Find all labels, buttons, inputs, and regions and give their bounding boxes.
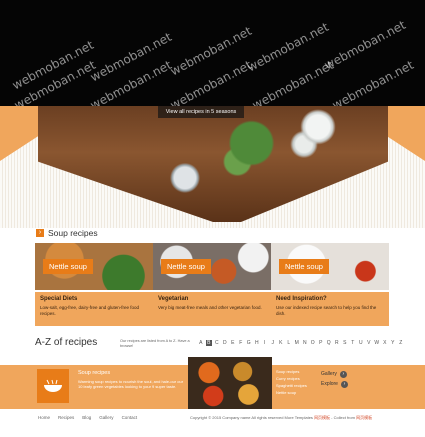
- info-box-heading: Vegetarian: [158, 296, 189, 302]
- band-links: Gallery › Explore ›: [321, 369, 348, 389]
- info-box-heading: Special Diets: [40, 296, 78, 302]
- az-note: Our recipes are listed from A to Z. Have…: [120, 339, 190, 348]
- recipe-tile-label: Nettle soup: [161, 259, 211, 274]
- az-letter[interactable]: X: [382, 340, 388, 346]
- explore-link[interactable]: Explore ›: [321, 379, 348, 389]
- template-link[interactable]: 网页模板: [356, 415, 372, 420]
- recipe-tile[interactable]: Nettle soup: [35, 243, 153, 290]
- az-letter[interactable]: Q: [326, 340, 332, 346]
- copyright: Copyright © 2015 Company name All rights…: [190, 415, 372, 421]
- az-letter[interactable]: V: [366, 340, 372, 346]
- band-recipe-list: Soup recipes Curry recipes Spaghetti rec…: [276, 368, 316, 396]
- info-box-text: Low-salt, egg-free, dairy-free and glute…: [40, 305, 140, 316]
- info-box-text: Very big meat-free meals and other veget…: [158, 305, 262, 310]
- copyright-text: Copyright © 2015 Company name All rights…: [190, 415, 313, 420]
- az-letter[interactable]: I: [262, 340, 268, 346]
- az-letter[interactable]: F: [238, 340, 244, 346]
- info-box-text: Use our indexed recipe search to help yo…: [276, 305, 377, 316]
- az-letter[interactable]: T: [350, 340, 356, 346]
- gallery-link[interactable]: Gallery ›: [321, 369, 348, 379]
- band-list-item[interactable]: Spaghetti recipes: [276, 382, 316, 389]
- chevron-right-icon: ›: [340, 381, 348, 388]
- az-letter-nav: ABCDEFGHIJKLMNOPQRSTUVWXYZ: [198, 340, 404, 346]
- footer-link[interactable]: Contact: [122, 415, 138, 420]
- az-letter[interactable]: U: [358, 340, 364, 346]
- chevron-right-icon: ›: [36, 229, 44, 237]
- footer-nav: Home Recipes Blog Gallery Contact: [38, 415, 137, 420]
- az-letter[interactable]: Z: [398, 340, 404, 346]
- recipe-tile[interactable]: Nettle soup: [153, 243, 271, 290]
- view-all-recipes-button[interactable]: View all recipes in 5 seasons: [158, 106, 244, 118]
- az-letter[interactable]: A: [198, 340, 204, 346]
- info-box-inspiration[interactable]: Need Inspiration? Use our indexed recipe…: [271, 292, 389, 326]
- footer-link[interactable]: Home: [38, 415, 50, 420]
- band-list-item[interactable]: Soup recipes: [276, 368, 316, 375]
- az-letter[interactable]: C: [214, 340, 220, 346]
- footer-link[interactable]: Blog: [82, 415, 91, 420]
- info-box-vegetarian[interactable]: Vegetarian Very big meat-free meals and …: [153, 292, 271, 326]
- az-letter[interactable]: M: [294, 340, 300, 346]
- recipe-tile-label: Nettle soup: [279, 259, 329, 274]
- collect-text: - Collect from: [330, 415, 355, 420]
- band-list-item[interactable]: Nettle soup: [276, 389, 316, 396]
- section-title: › Soup recipes: [36, 228, 98, 238]
- footer-link[interactable]: Recipes: [58, 415, 74, 420]
- az-letter[interactable]: R: [334, 340, 340, 346]
- info-box-heading: Need Inspiration?: [276, 296, 327, 302]
- explore-label: Explore: [321, 381, 338, 387]
- band-title: Soup recipes: [78, 370, 111, 376]
- az-letter[interactable]: J: [270, 340, 276, 346]
- az-letter[interactable]: K: [278, 340, 284, 346]
- band-text: Warming soup recipes to nourish the soul…: [78, 379, 184, 389]
- az-letter[interactable]: D: [222, 340, 228, 346]
- chevron-right-icon: ›: [339, 371, 347, 378]
- info-box-special-diets[interactable]: Special Diets Low-salt, egg-free, dairy-…: [35, 292, 153, 326]
- az-letter[interactable]: E: [230, 340, 236, 346]
- az-letter[interactable]: O: [310, 340, 316, 346]
- template-link[interactable]: 网页模板: [314, 415, 330, 420]
- az-letter[interactable]: W: [374, 340, 380, 346]
- az-letter[interactable]: S: [342, 340, 348, 346]
- band-list-item[interactable]: Curry recipes: [276, 375, 316, 382]
- az-letter[interactable]: G: [246, 340, 252, 346]
- soup-bowl-icon: [37, 369, 69, 403]
- section-title-text: Soup recipes: [48, 228, 98, 238]
- gallery-label: Gallery: [321, 371, 337, 377]
- az-letter[interactable]: Y: [390, 340, 396, 346]
- recipe-tile[interactable]: Nettle soup: [271, 243, 389, 290]
- recipe-tile-label: Nettle soup: [43, 259, 93, 274]
- footer-link[interactable]: Gallery: [99, 415, 113, 420]
- az-letter[interactable]: N: [302, 340, 308, 346]
- az-letter[interactable]: B: [206, 340, 212, 346]
- az-letter[interactable]: P: [318, 340, 324, 346]
- az-title: A-Z of recipes: [35, 337, 98, 348]
- az-letter[interactable]: H: [254, 340, 260, 346]
- az-letter[interactable]: L: [286, 340, 292, 346]
- spices-photo: [188, 357, 272, 409]
